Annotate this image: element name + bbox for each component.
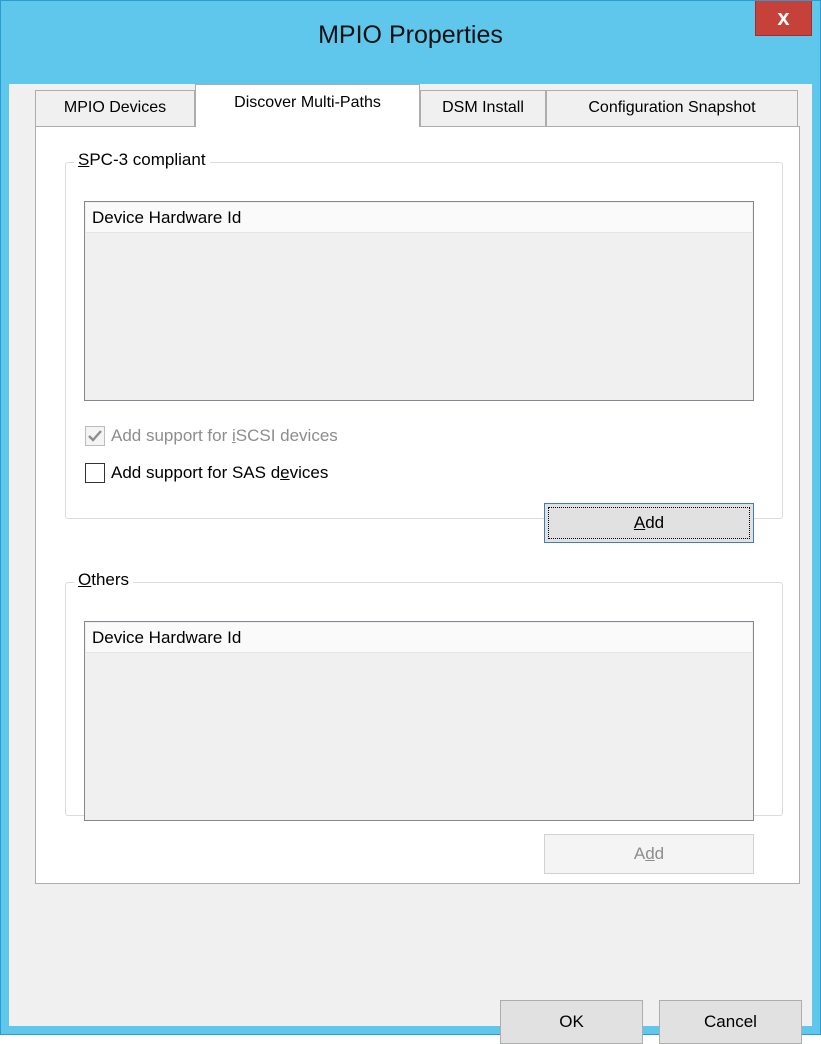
tab-label: Configuration Snapshot (588, 99, 756, 116)
sas-support-label: Add support for SAS devices (111, 463, 329, 482)
discover-multi-paths-panel: SPC-3 compliant Device Hardware Id Add s… (35, 126, 800, 884)
close-button[interactable]: x (755, 1, 812, 36)
iscsi-support-checkbox[interactable] (85, 426, 105, 446)
spc3-compliant-group: SPC-3 compliant Device Hardware Id Add s… (65, 150, 783, 543)
sas-support-checkbox[interactable] (85, 463, 105, 483)
spc3-add-button[interactable]: Add (544, 503, 754, 543)
spc3-device-list[interactable]: Device Hardware Id (84, 201, 754, 401)
iscsi-support-checkbox-row: Add support for iSCSI devices (85, 424, 338, 448)
others-device-list[interactable]: Device Hardware Id (84, 621, 754, 821)
others-group-legend: Others (74, 570, 134, 590)
mpio-properties-window: MPIO Properties x MPIO Devices Discover … (0, 0, 821, 1044)
tab-configuration-snapshot[interactable]: Configuration Snapshot (546, 90, 798, 126)
others-add-label: Add (633, 844, 665, 863)
tab-label: MPIO Devices (63, 99, 167, 116)
tab-discover-multi-paths[interactable]: Discover Multi-Paths (195, 84, 420, 127)
ok-button[interactable]: OK (500, 1000, 643, 1044)
device-hardware-id-column-header[interactable]: Device Hardware Id (86, 623, 752, 653)
title-bar[interactable]: MPIO Properties x (1, 1, 820, 84)
cancel-label: Cancel (704, 1012, 757, 1031)
others-add-button[interactable]: Add (544, 834, 754, 874)
cancel-button[interactable]: Cancel (659, 1000, 802, 1044)
tab-dsm-install[interactable]: DSM Install (420, 90, 546, 126)
ok-label: OK (559, 1012, 584, 1031)
tab-label: Discover Multi-Paths (234, 94, 381, 111)
tab-mpio-devices[interactable]: MPIO Devices (35, 90, 195, 126)
dialog-client-area: MPIO Devices Discover Multi-Paths DSM In… (9, 84, 812, 1044)
device-hardware-id-column-header[interactable]: Device Hardware Id (86, 203, 752, 233)
close-icon: x (777, 5, 790, 30)
others-group: Others Device Hardware Id Add (65, 570, 783, 874)
checkmark-icon (88, 430, 102, 442)
tab-strip: MPIO Devices Discover Multi-Paths DSM In… (9, 84, 812, 130)
sas-support-checkbox-row: Add support for SAS devices (85, 461, 328, 485)
iscsi-support-label: Add support for iSCSI devices (111, 426, 338, 445)
tab-label: DSM Install (442, 99, 524, 116)
window-title: MPIO Properties (318, 21, 503, 49)
spc3-group-legend: SPC-3 compliant (74, 150, 210, 170)
spc3-add-label: Add (633, 513, 665, 532)
